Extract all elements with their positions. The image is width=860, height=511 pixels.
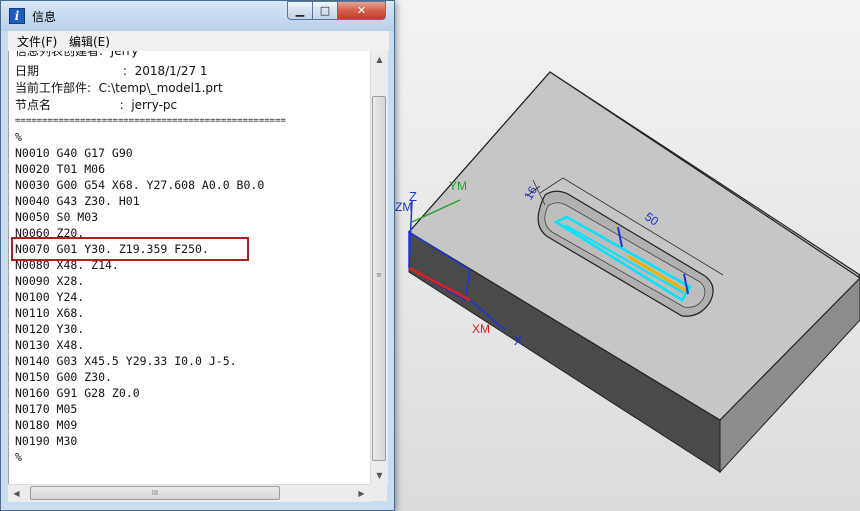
info-icon: i <box>9 8 25 24</box>
minimize-button[interactable]: ▁ <box>287 1 313 20</box>
nc-line: N0020 T01 M06 <box>15 162 106 176</box>
nc-line: N0090 X28. <box>15 274 85 288</box>
menu-edit[interactable]: 编辑(E) <box>69 33 110 50</box>
nc-line: % <box>15 450 22 464</box>
nc-line: N0150 G00 Z30. <box>15 370 112 384</box>
scroll-down-arrow-icon[interactable]: ▼ <box>371 467 388 484</box>
menu-bar: 文件(F) 编辑(E) <box>8 31 389 52</box>
header-line-creator: 信息列表创建者: Jerry <box>15 51 139 58</box>
scroll-up-arrow-icon[interactable]: ▲ <box>371 51 388 68</box>
nc-line: N0160 G91 G28 Z0.0 <box>15 386 140 400</box>
size-grip[interactable] <box>370 484 387 501</box>
close-button[interactable]: ✕ <box>337 1 386 20</box>
info-text-area[interactable]: 信息列表创建者: Jerry 日期 : 2018/1/27 1 当前工作部件: … <box>8 51 371 484</box>
vertical-scrollbar[interactable]: ▲ ≡ ▼ <box>370 51 388 484</box>
nc-line: N0130 X48. <box>15 338 85 352</box>
nc-line: N0170 M05 <box>15 402 78 416</box>
nc-line: N0010 G40 G17 G90 <box>15 146 133 160</box>
nc-line: % <box>15 130 22 144</box>
menu-file[interactable]: 文件(F) <box>17 33 57 50</box>
highlight-box <box>11 237 249 261</box>
axis-label-x: X <box>514 333 523 348</box>
info-window[interactable]: i 信息 ▁ □ ✕ 文件(F) 编辑(E) 信息列表创建者: Jerry 日期… <box>0 0 395 511</box>
header-line-node: 节点名 : jerry-pc <box>15 98 178 112</box>
axis-label-xm: XM <box>472 322 490 336</box>
horizontal-scrollbar[interactable]: ◀ III ▶ <box>8 484 370 502</box>
axis-label-zm: ZM <box>395 200 413 214</box>
vertical-scroll-thumb[interactable]: ≡ <box>372 96 386 461</box>
nc-line: N0190 M30 <box>15 434 78 448</box>
axis-label-ym: YM <box>449 179 467 193</box>
scroll-left-arrow-icon[interactable]: ◀ <box>8 485 25 502</box>
grip-icon: ≡ <box>376 271 382 279</box>
nc-line: N0180 M09 <box>15 418 78 432</box>
nc-line: N0110 X68. <box>15 306 85 320</box>
nc-line: N0140 G03 X45.5 Y29.33 I0.0 J-5. <box>15 354 237 368</box>
header-line-date: 日期 : 2018/1/27 1 <box>15 64 208 78</box>
nc-line: N0030 G00 G54 X68. Y27.608 A0.0 B0.0 <box>15 178 265 192</box>
title-bar[interactable]: i 信息 ▁ □ ✕ <box>1 1 394 31</box>
header-line-part: 当前工作部件: C:\temp\_model1.prt <box>15 81 223 95</box>
window-title: 信息 <box>32 10 57 24</box>
nc-line: N0050 S0 M03 <box>15 210 99 224</box>
nc-line: N0040 G43 Z30. H01 <box>15 194 140 208</box>
horizontal-scroll-thumb[interactable]: III <box>30 486 280 500</box>
scroll-right-arrow-icon[interactable]: ▶ <box>353 485 370 502</box>
header-separator: ========================================… <box>15 116 286 126</box>
nc-line: N0100 Y24. <box>15 290 85 304</box>
nc-line: N0120 Y30. <box>15 322 85 336</box>
maximize-button[interactable]: □ <box>312 1 338 20</box>
